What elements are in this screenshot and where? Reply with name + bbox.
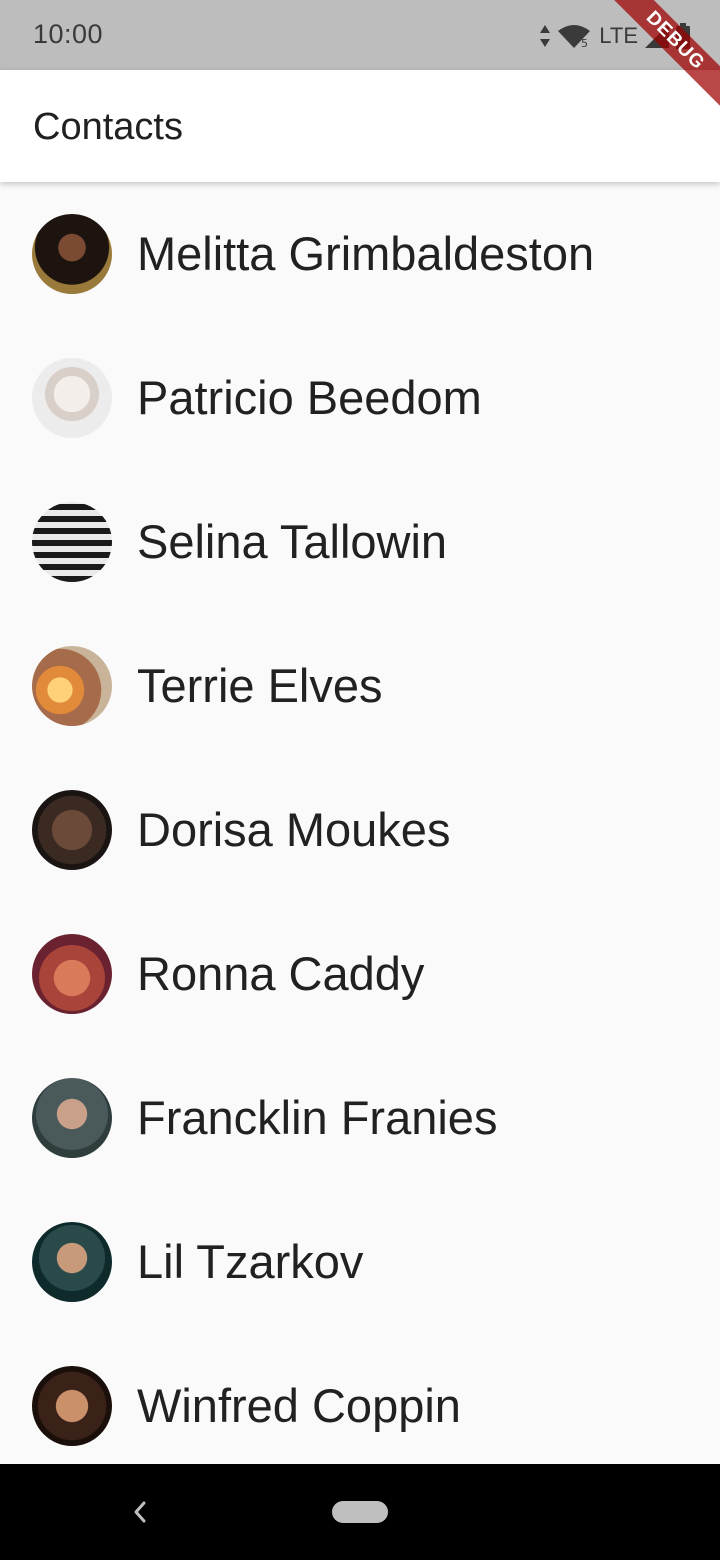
avatar (32, 358, 112, 438)
status-bar: 10:00 5 LTE (0, 0, 720, 70)
contact-row[interactable]: Winfred Coppin (0, 1334, 720, 1464)
contact-name: Ronna Caddy (137, 947, 425, 1000)
status-icons: 5 LTE (539, 20, 690, 52)
contact-row[interactable]: Francklin Franies (0, 1046, 720, 1190)
contact-name: Winfred Coppin (137, 1379, 461, 1432)
contact-row[interactable]: Dorisa Moukes (0, 758, 720, 902)
signal-icon (645, 24, 669, 48)
contact-row[interactable]: Selina Tallowin (0, 470, 720, 614)
contact-name: Selina Tallowin (137, 515, 448, 568)
status-time: 10:00 (33, 19, 104, 49)
network-label: LTE (599, 23, 638, 48)
system-nav-bar (0, 1464, 720, 1560)
contact-name: Patricio Beedom (137, 371, 482, 424)
avatar (32, 790, 112, 870)
data-arrows-icon (540, 25, 551, 47)
avatar (32, 502, 112, 582)
contact-row[interactable]: Terrie Elves (0, 614, 720, 758)
avatar (32, 1078, 112, 1158)
wifi-icon: 5 (558, 25, 591, 49)
page-title: Contacts (33, 106, 183, 148)
avatar (32, 1222, 112, 1302)
avatar (32, 1366, 112, 1446)
contact-name: Dorisa Moukes (137, 803, 451, 856)
contact-list[interactable]: Melitta Grimbaldeston Patricio Beedom Se… (0, 182, 720, 1464)
contact-row[interactable]: Ronna Caddy (0, 902, 720, 1046)
avatar (32, 934, 112, 1014)
home-pill-icon[interactable] (332, 1501, 388, 1523)
app-bar: Contacts (0, 70, 720, 182)
contact-name: Melitta Grimbaldeston (137, 227, 595, 280)
avatar (32, 214, 112, 294)
contact-row[interactable]: Patricio Beedom (0, 326, 720, 470)
contact-row[interactable]: Melitta Grimbaldeston (0, 182, 720, 326)
back-icon[interactable] (128, 1497, 150, 1527)
contact-row[interactable]: Lil Tzarkov (0, 1190, 720, 1334)
contact-name: Francklin Franies (137, 1091, 498, 1144)
avatar (32, 646, 112, 726)
contact-name: Terrie Elves (137, 659, 383, 712)
wifi-badge: 5 (581, 37, 588, 49)
contact-name: Lil Tzarkov (137, 1235, 364, 1288)
battery-icon (676, 23, 690, 49)
